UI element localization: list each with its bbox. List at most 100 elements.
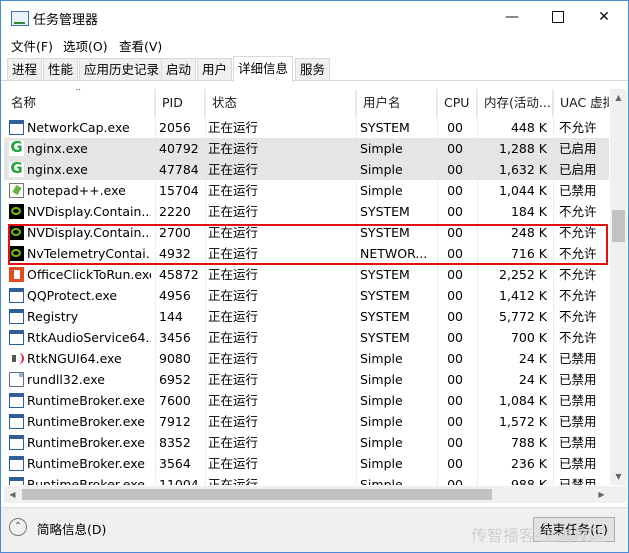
cell-status: 正在运行 [208,393,259,408]
table-row[interactable]: rundll32.exe 6952 正在运行 Simple 00 24 K 已禁用 [4,369,609,390]
cell-cpu: 00 [447,393,463,408]
cell-username: Simple [360,183,403,198]
column-header-memory[interactable]: 内存(活动... [477,89,553,117]
table-header: ⌃ 名称 PID 状态 用户名 CPU 内存(活动... UAC 虚拟化 [4,89,609,117]
scroll-down-icon[interactable]: ▼ [610,468,627,485]
table-row[interactable]: notepad++.exe 15704 正在运行 Simple 00 1,044 K 已禁用 [4,180,609,201]
tab-users[interactable]: 用户 [197,58,233,80]
cell-memory: 5,772 K [499,309,547,324]
cell-name: RtkAudioService64.... [27,330,151,345]
column-header-name[interactable]: ⌃ 名称 [4,89,155,117]
cell-cpu: 00 [447,267,463,282]
scroll-up-icon[interactable]: ▲ [610,89,627,106]
table-row[interactable]: Registry 144 正在运行 SYSTEM 00 5,772 K 不允许 [4,306,609,327]
table-row[interactable]: NVDisplay.Contain... 2700 正在运行 SYSTEM 00 248 … [4,222,609,243]
cell-cpu: 00 [447,120,463,135]
cell-name: NVDisplay.Contain... [27,204,151,219]
cell-uac: 已禁用 [559,414,597,429]
table-row[interactable]: QQProtect.exe 4956 正在运行 SYSTEM 00 1,412 K 不允许 [4,285,609,306]
table-row[interactable]: nginx.exe 40792 正在运行 Simple 00 1,288 K 已启用 [4,138,609,159]
fewer-details-label: 简略信息(D) [37,522,107,537]
tab-app-history[interactable]: 应用历史记录 [79,58,165,80]
cell-status: 正在运行 [208,204,259,219]
cell-status: 正在运行 [208,162,259,177]
menu-view[interactable]: 查看(V) [119,36,162,55]
column-header-uac[interactable]: UAC 虚拟化 [553,89,609,117]
vertical-scroll-thumb[interactable] [612,210,625,242]
cell-cpu: 00 [447,309,463,324]
table-row[interactable]: RuntimeBroker.exe 3564 正在运行 Simple 00 236 K 已禁… [4,453,609,474]
horizontal-scroll-thumb[interactable] [22,489,492,500]
table-row[interactable]: RuntimeBroker.exe 11004 正在运行 Simple 00 988 K 已… [4,474,609,485]
scroll-left-icon[interactable]: ◀ [4,486,21,503]
cell-uac: 不允许 [559,288,597,303]
cell-username: SYSTEM [360,120,410,135]
menu-options[interactable]: 选项(O) [63,36,108,55]
table-row[interactable]: OfficeClickToRun.exe 45872 正在运行 SYSTEM 00 2,2… [4,264,609,285]
cell-pid: 15704 [159,183,199,198]
cell-memory: 700 K [510,330,547,345]
cell-username: Simple [360,162,403,177]
cell-status: 正在运行 [208,183,259,198]
tab-performance[interactable]: 性能 [43,58,79,80]
table-row[interactable]: RuntimeBroker.exe 8352 正在运行 Simple 00 788 K 已禁… [4,432,609,453]
cell-status: 正在运行 [208,372,259,387]
cell-name: RuntimeBroker.exe [27,477,145,485]
tab-details[interactable]: 详细信息 [233,56,294,82]
table-row[interactable]: RtkNGUI64.exe 9080 正在运行 Simple 00 24 K 已禁用 [4,348,609,369]
table-row[interactable]: NVDisplay.Contain... 2220 正在运行 SYSTEM 00 184 … [4,201,609,222]
scroll-right-icon[interactable]: ▶ [593,486,610,503]
cell-memory: 1,412 K [499,288,547,303]
close-button[interactable]: ✕ [581,1,627,33]
cell-uac: 不允许 [559,309,597,324]
cell-cpu: 00 [447,351,463,366]
table-row[interactable]: NetworkCap.exe 2056 正在运行 SYSTEM 00 448 K 不允许 [4,117,609,138]
details-table: ⌃ 名称 PID 状态 用户名 CPU 内存(活动... UAC 虚拟化 Net… [4,89,609,485]
column-header-cpu[interactable]: CPU [437,89,477,117]
tab-services[interactable]: 服务 [295,58,331,80]
table-row[interactable]: RuntimeBroker.exe 7912 正在运行 Simple 00 1,572 K… [4,411,609,432]
cell-cpu: 00 [447,330,463,345]
column-header-status[interactable]: 状态 [205,89,356,117]
table-row[interactable]: NvTelemetryContai... 4932 正在运行 NETWOR... 00 7… [4,243,609,264]
cell-name: Registry [27,309,79,324]
column-header-username[interactable]: 用户名 [356,89,437,117]
cell-cpu: 00 [447,372,463,387]
cell-username: Simple [360,456,403,471]
table-row[interactable]: RuntimeBroker.exe 7600 正在运行 Simple 00 1,084 K… [4,390,609,411]
title-bar[interactable]: 任务管理器 — ✕ [1,1,628,33]
cell-pid: 2056 [159,120,191,135]
menu-file[interactable]: 文件(F) [11,36,53,55]
cell-username: SYSTEM [360,288,410,303]
vertical-scrollbar[interactable]: ▲ ▼ [610,89,627,485]
maximize-button[interactable] [535,1,581,33]
cell-memory: 1,084 K [499,393,547,408]
tab-startup[interactable]: 启动 [161,58,197,80]
cell-name: RuntimeBroker.exe [27,456,145,471]
tab-processes[interactable]: 进程 [7,58,43,80]
table-row[interactable]: nginx.exe 47784 正在运行 Simple 00 1,632 K 已启用 [4,159,609,180]
cell-pid: 4932 [159,246,191,261]
cell-status: 正在运行 [208,414,259,429]
column-header-pid[interactable]: PID [155,89,205,117]
table-row[interactable]: RtkAudioService64.... 3456 正在运行 SYSTEM 00 700… [4,327,609,348]
cell-pid: 3564 [159,456,191,471]
cell-status: 正在运行 [208,141,259,156]
cell-status: 正在运行 [208,456,259,471]
cell-username: SYSTEM [360,330,410,345]
cell-memory: 248 K [510,225,547,240]
cell-cpu: 00 [447,435,463,450]
cell-status: 正在运行 [208,267,259,282]
cell-memory: 1,044 K [499,183,547,198]
cell-status: 正在运行 [208,225,259,240]
cell-username: Simple [360,414,403,429]
scrollbar-corner [610,486,627,503]
chevron-up-icon: ⌃ [9,518,27,536]
cell-uac: 已禁用 [559,435,597,450]
minimize-button[interactable]: — [489,1,535,33]
cell-username: Simple [360,351,403,366]
cell-pid: 4956 [159,288,191,303]
horizontal-scrollbar[interactable]: ◀ ▶ [4,486,610,503]
cell-username: Simple [360,435,403,450]
cell-name: RuntimeBroker.exe [27,435,145,450]
